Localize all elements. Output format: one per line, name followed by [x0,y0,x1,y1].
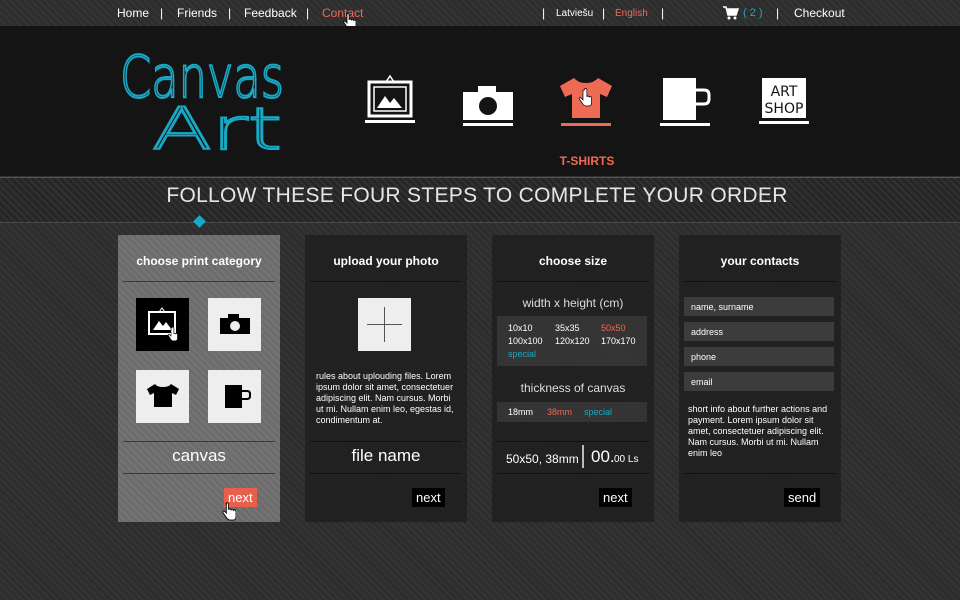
tshirt-icon [147,384,179,407]
cart-icon[interactable] [723,6,739,20]
email-field[interactable] [684,372,834,393]
active-category-label: T-SHIRTS [559,154,615,168]
divider [684,281,836,282]
print-category-tshirt[interactable] [136,370,189,423]
header: Canvas Art T-SHIRTS ART SHOP [0,26,960,176]
lang-english-link[interactable]: English [615,8,648,19]
price-small: 00 Ls [614,454,639,465]
size-option[interactable]: 170x170 [601,336,636,346]
divider [123,473,275,474]
step4-title: your contacts [720,254,800,268]
file-name: file name [351,446,421,465]
size-option[interactable]: 35x35 [555,323,580,333]
size-option[interactable]: 100x100 [508,336,543,346]
category-photo-camera-icon[interactable] [458,74,518,154]
selected-category: canvas [172,446,226,465]
divider [310,441,462,442]
divider [310,473,462,474]
top-nav: Home | Friends | Feedback | Contact | La… [0,0,960,30]
size-option-special[interactable]: special [508,349,536,359]
upload-rules-text: rules about uplouding files. Lorem ipsum… [316,371,454,425]
step1-title: choose print category [136,254,262,268]
art-shop-line1: ART [771,84,798,100]
address-field[interactable] [684,322,834,343]
divider [123,441,275,442]
thickness-option-special[interactable]: special [584,407,612,417]
nav-separator: | [228,6,232,20]
name-field[interactable] [684,297,834,318]
nav-home-link[interactable]: Home [117,6,149,20]
checkout-link[interactable]: Checkout [794,6,845,20]
nav-feedback-link[interactable]: Feedback [244,6,297,20]
lang-latvian-link[interactable]: Latviešu [556,8,593,19]
logo-line2: Art [152,95,282,157]
step3-panel: choose size width x height (cm) 10x10 35… [492,235,654,522]
art-shop-line2: SHOP [765,101,804,117]
nav-separator: | [602,6,606,20]
print-category-photo[interactable] [208,298,261,351]
page-title: FOLLOW THESE FOUR STEPS TO COMPLETE YOUR… [166,184,788,207]
category-art-shop-icon[interactable]: ART SHOP [754,74,814,154]
print-category-mug[interactable] [208,370,261,423]
step4-panel: your contacts short info about further a… [679,235,841,522]
nav-separator: | [542,6,546,20]
nav-separator: | [306,6,310,20]
step2-next-button[interactable]: next [412,488,445,507]
step1-panel: choose print category canvas next [118,235,280,522]
size-heading: width x height (cm) [522,296,624,310]
thickness-option-selected[interactable]: 38mm [547,407,572,417]
upload-photo-button[interactable] [358,298,411,351]
step3-title: choose size [538,254,608,268]
nav-separator: | [661,6,665,20]
step3-next-button[interactable]: next [599,488,632,507]
category-canvas-icon[interactable] [360,74,420,154]
size-option[interactable]: 120x120 [555,336,590,346]
divider [684,473,836,474]
divider [582,445,584,468]
price-main: 00. [591,447,615,466]
contact-info-text: short info about further actions and pay… [688,404,828,458]
phone-field[interactable] [684,347,834,368]
logo[interactable]: Canvas Art [112,45,292,157]
step2-title: upload your photo [333,254,439,268]
size-option[interactable]: 10x10 [508,323,533,333]
step2-panel: upload your photo rules about uplouding … [305,235,467,522]
divider [123,281,275,282]
nav-separator: | [160,6,164,20]
nav-separator: | [776,6,780,20]
hand-cursor-icon [222,502,236,521]
category-tshirt-icon[interactable] [556,74,616,154]
print-category-canvas[interactable] [136,298,189,351]
thickness-options: 18mm 38mm special [497,402,647,422]
nav-friends-link[interactable]: Friends [177,6,217,20]
size-option-selected[interactable]: 50x50 [601,323,626,333]
divider [497,473,649,474]
order-summary: 50x50, 38mm [506,452,579,466]
size-options: 10x10 35x35 50x50 100x100 120x120 170x17… [497,316,647,366]
send-button[interactable]: send [784,488,821,507]
canvas-icon [148,307,178,342]
thickness-heading: thickness of canvas [520,381,626,395]
thickness-option[interactable]: 18mm [508,407,533,417]
cart-count[interactable]: ( 2 ) [743,7,763,19]
divider [497,441,649,442]
plus-icon [367,307,402,342]
divider [310,281,462,282]
camera-icon [220,314,250,334]
mug-icon [225,385,251,408]
category-mug-icon[interactable] [655,74,715,154]
divider [497,281,649,282]
